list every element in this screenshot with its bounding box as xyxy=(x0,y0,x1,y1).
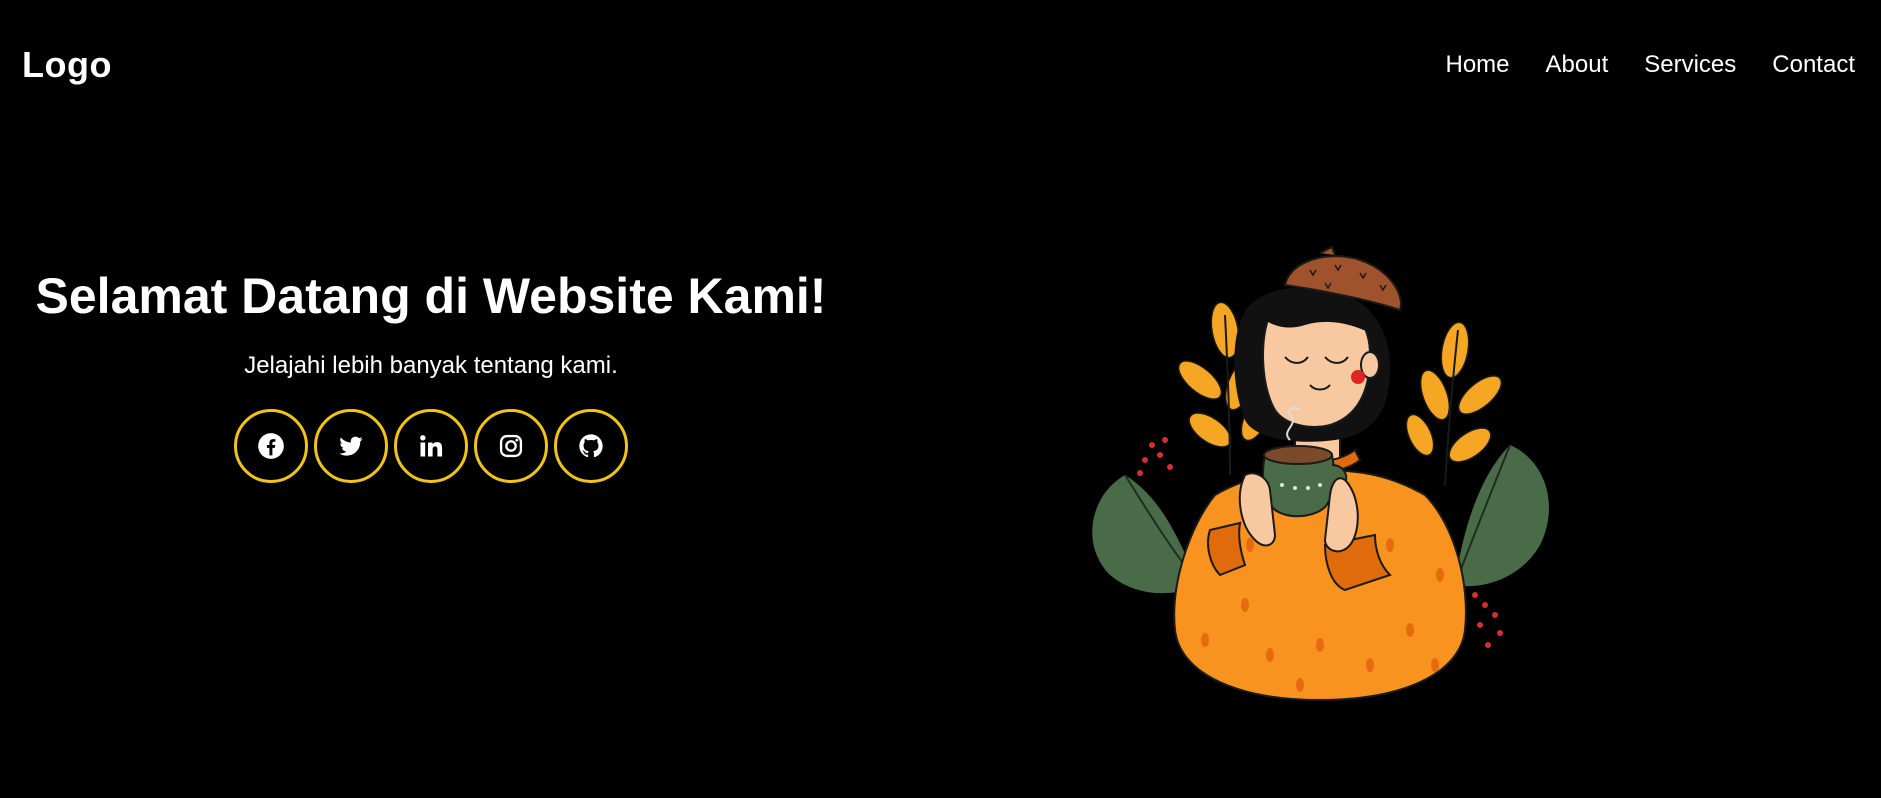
page: Logo Home About Services Contact Selamat… xyxy=(0,0,1881,798)
nav-menu: Home About Services Contact xyxy=(1446,51,1860,79)
github-button[interactable] xyxy=(554,409,628,483)
hero-section: Selamat Datang di Website Kami! Jelajahi… xyxy=(0,265,862,483)
navbar: Logo Home About Services Contact xyxy=(0,0,1881,130)
nav-link-home[interactable]: Home xyxy=(1446,51,1510,79)
facebook-icon xyxy=(258,433,284,459)
nav-link-contact[interactable]: Contact xyxy=(1772,51,1855,79)
hero-subtitle: Jelajahi lebih banyak tentang kami. xyxy=(244,352,618,379)
linkedin-icon xyxy=(420,435,443,457)
twitter-button[interactable] xyxy=(314,409,388,483)
nav-link-services[interactable]: Services xyxy=(1644,51,1736,79)
logo[interactable]: Logo xyxy=(22,44,112,86)
hero-illustration xyxy=(1070,245,1570,725)
instagram-button[interactable] xyxy=(474,409,548,483)
woman-with-coffee-illustration xyxy=(1092,245,1549,702)
facebook-button[interactable] xyxy=(234,409,308,483)
linkedin-button[interactable] xyxy=(394,409,468,483)
github-icon xyxy=(579,434,603,458)
twitter-icon xyxy=(339,436,363,456)
hero-title: Selamat Datang di Website Kami! xyxy=(35,268,827,324)
social-links xyxy=(0,409,862,483)
instagram-icon xyxy=(499,434,523,458)
nav-link-about[interactable]: About xyxy=(1546,51,1609,79)
